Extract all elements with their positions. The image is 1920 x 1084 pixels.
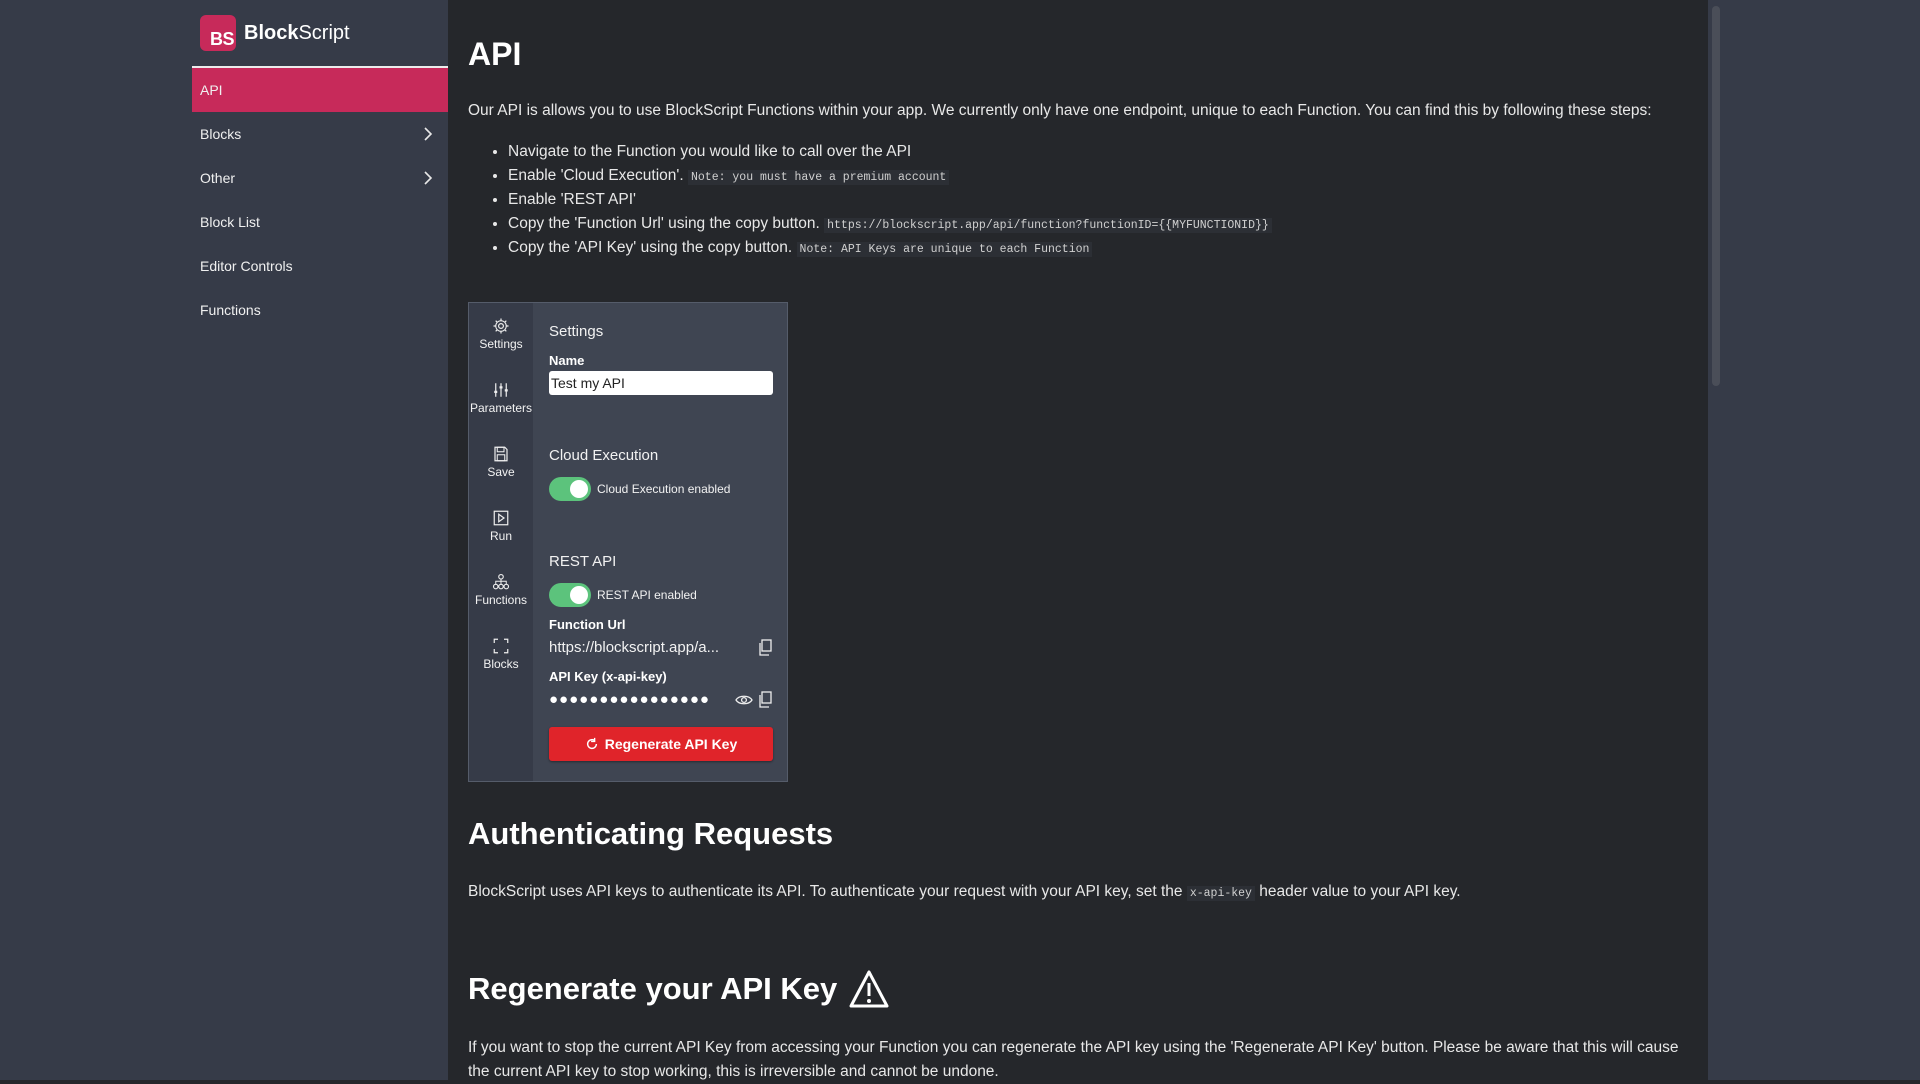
chevron-right-icon	[424, 171, 433, 185]
inline-code: Note: you must have a premium account	[687, 170, 950, 185]
regenerate-heading: Regenerate your API Key	[468, 970, 889, 1008]
scrollbar-thumb[interactable]	[1712, 6, 1720, 386]
rest-api-toggle[interactable]	[549, 583, 591, 607]
rest-api-toggle-label: REST API enabled	[597, 588, 697, 602]
refresh-icon	[586, 737, 597, 750]
gear-icon	[493, 318, 509, 334]
play-icon	[493, 510, 509, 526]
api-key-value: ●●●●●●●●●●●●●●●●	[549, 691, 710, 708]
panel-tab-parameters[interactable]: Parameters	[469, 381, 533, 415]
hierarchy-icon	[492, 573, 510, 590]
cloud-execution-heading: Cloud Execution	[549, 447, 659, 464]
cloud-execution-toggle-label: Cloud Execution enabled	[597, 482, 731, 496]
name-label: Name	[549, 353, 585, 368]
panel-tab-functions[interactable]: Functions	[469, 573, 533, 607]
rest-api-heading: REST API	[549, 553, 617, 570]
settings-panel-screenshot: Settings Parameters Save Run Functions B…	[468, 302, 788, 782]
inline-code: https://blockscript.app/api/function?fun…	[824, 218, 1272, 233]
brand-name: BlockScript	[244, 21, 350, 44]
save-icon	[494, 446, 508, 462]
copy-icon[interactable]	[757, 639, 773, 657]
panel-tab-save[interactable]: Save	[469, 445, 533, 479]
name-input[interactable]: Test my API	[549, 371, 773, 395]
sidebar-item-editor-controls[interactable]: Editor Controls	[192, 244, 448, 288]
brand[interactable]: BS BlockScript	[192, 0, 448, 68]
panel-sidebar: Settings Parameters Save Run Functions B…	[469, 303, 533, 781]
page-title: API	[468, 36, 522, 72]
sidebar-item-api[interactable]: API	[192, 68, 448, 112]
sidebar: BS BlockScript API Blocks Other Block Li…	[192, 0, 448, 1080]
list-item: Copy the 'Function Url' using the copy b…	[508, 212, 1272, 236]
main-content: API Our API is allows you to use BlockSc…	[448, 0, 1708, 1080]
list-item: Enable 'REST API'	[508, 188, 1272, 212]
chevron-right-icon	[424, 127, 433, 141]
function-url-label: Function Url	[549, 617, 626, 632]
panel-tab-run[interactable]: Run	[469, 509, 533, 543]
auth-paragraph: BlockScript uses API keys to authenticat…	[468, 883, 1461, 901]
sidebar-item-functions[interactable]: Functions	[192, 288, 448, 332]
regenerate-paragraph: If you want to stop the current API Key …	[468, 1039, 1679, 1080]
authenticating-requests-heading: Authenticating Requests	[468, 816, 834, 851]
api-key-label: API Key (x-api-key)	[549, 669, 667, 684]
left-margin	[0, 0, 192, 1080]
inline-code: x-api-key	[1186, 886, 1255, 901]
inline-code: Note: API Keys are unique to each Functi…	[796, 242, 1093, 257]
list-item: Navigate to the Function you would like …	[508, 140, 1272, 164]
panel-tab-blocks[interactable]: Blocks	[469, 637, 533, 671]
sidebar-item-blocks[interactable]: Blocks	[192, 112, 448, 156]
settings-heading: Settings	[549, 323, 604, 340]
eye-icon[interactable]	[735, 693, 753, 707]
regenerate-api-key-button[interactable]: Regenerate API Key	[549, 727, 773, 761]
list-item: Enable 'Cloud Execution'. Note: you must…	[508, 164, 1272, 188]
copy-icon[interactable]	[757, 691, 773, 709]
panel-tab-settings[interactable]: Settings	[469, 317, 533, 351]
warning-icon	[849, 970, 889, 1008]
expand-icon	[493, 638, 509, 654]
sliders-icon	[494, 383, 508, 397]
sidebar-item-block-list[interactable]: Block List	[192, 200, 448, 244]
sidebar-item-other[interactable]: Other	[192, 156, 448, 200]
logo: BS	[200, 15, 236, 51]
function-url-value: https://blockscript.app/a...	[549, 639, 720, 656]
cloud-execution-toggle[interactable]	[549, 477, 591, 501]
list-item: Copy the 'API Key' using the copy button…	[508, 236, 1272, 260]
right-margin	[1708, 0, 1920, 1080]
steps-list: Navigate to the Function you would like …	[488, 140, 1272, 260]
intro-text: Our API is allows you to use BlockScript…	[468, 102, 1652, 119]
